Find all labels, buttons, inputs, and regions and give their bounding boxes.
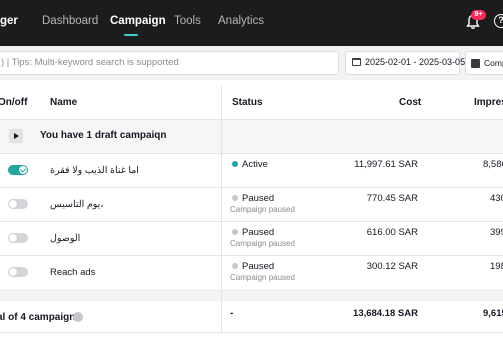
table-row[interactable]: يوم التاسيس، Paused Campaign paused 770.… bbox=[0, 188, 503, 222]
campaign-name[interactable]: يوم التاسيس، bbox=[50, 199, 103, 210]
switch-knob bbox=[9, 200, 17, 208]
campaign-cost: 11,997.61 SAR bbox=[354, 159, 418, 170]
nav-tools[interactable]: Tools bbox=[174, 15, 201, 27]
frozen-column-divider bbox=[221, 86, 222, 334]
switch-knob bbox=[19, 166, 27, 174]
nav-analytics[interactable]: Analytics bbox=[218, 15, 264, 27]
switch-knob bbox=[9, 268, 17, 276]
total-impressions: 9,615 bbox=[483, 308, 503, 319]
column-header-onoff: On/off bbox=[0, 97, 28, 108]
campaign-name[interactable]: Reach ads bbox=[50, 267, 95, 278]
total-status: - bbox=[230, 308, 234, 319]
help-icon[interactable]: ? bbox=[494, 14, 503, 28]
campaign-toggle-switch[interactable] bbox=[8, 267, 28, 277]
nav-dashboard[interactable]: Dashboard bbox=[42, 15, 98, 27]
app-brand: ger bbox=[0, 15, 18, 27]
table-bottom-divider bbox=[0, 332, 503, 333]
expand-arrow-icon[interactable] bbox=[9, 129, 23, 143]
top-navigation-bar: ger Dashboard Campaign Tools Analytics 9… bbox=[0, 0, 503, 46]
campaign-status: Paused bbox=[242, 261, 275, 272]
calendar-icon bbox=[352, 58, 361, 66]
total-cost: 13,684.18 SAR bbox=[353, 308, 418, 319]
campaign-cost: 616.00 SAR bbox=[366, 227, 418, 238]
switch-knob bbox=[9, 234, 17, 242]
campaign-status: Paused bbox=[242, 193, 275, 204]
campaign-toggle-switch[interactable] bbox=[8, 233, 28, 243]
column-header-cost[interactable]: Cost bbox=[399, 97, 421, 108]
search-input[interactable]: ) | Tips: Multi-keyword search is suppor… bbox=[0, 51, 339, 75]
campaign-cost: 300.12 SAR bbox=[366, 261, 418, 272]
table-row[interactable]: Reach ads Paused Campaign paused 300.12 … bbox=[0, 256, 503, 290]
campaign-cost: 770.45 SAR bbox=[366, 193, 418, 204]
campaign-impressions: 198 bbox=[490, 261, 503, 272]
campaign-impressions: 8,586 bbox=[483, 159, 503, 170]
campaign-status: Paused bbox=[242, 227, 275, 238]
filter-bar: ) | Tips: Multi-keyword search is suppor… bbox=[0, 46, 503, 80]
campaign-impressions: 430 bbox=[490, 193, 503, 204]
column-header-status[interactable]: Status bbox=[232, 97, 263, 108]
campaign-status-detail: Campaign paused bbox=[230, 273, 295, 282]
date-range-picker[interactable]: 2025-02-01 - 2025-03-05 bbox=[345, 51, 465, 75]
campaign-impressions: 399 bbox=[490, 227, 503, 238]
compare-toggle[interactable]: Comp bbox=[465, 51, 503, 75]
draft-campaign-row[interactable]: You have 1 draft campaiqn bbox=[0, 120, 503, 153]
compare-checkbox-icon bbox=[471, 59, 480, 68]
status-paused-dot bbox=[232, 229, 238, 235]
campaign-status-detail: Campaign paused bbox=[230, 239, 295, 248]
table-row[interactable]: الوصول Paused Campaign paused 616.00 SAR… bbox=[0, 222, 503, 256]
campaign-status-detail: Campaign paused bbox=[230, 205, 295, 214]
status-active-dot bbox=[232, 161, 238, 167]
search-placeholder: ) | Tips: Multi-keyword search is suppor… bbox=[1, 57, 179, 68]
column-header-name[interactable]: Name bbox=[50, 97, 77, 108]
campaign-name[interactable]: اما غناة الذيب ولا فقرة bbox=[50, 165, 139, 176]
draft-campaign-text: You have 1 draft campaiqn bbox=[40, 130, 167, 141]
column-header-impressions[interactable]: Impress bbox=[474, 97, 503, 108]
campaign-toggle-switch[interactable] bbox=[8, 165, 28, 175]
campaign-name[interactable]: الوصول bbox=[50, 233, 80, 244]
nav-campaign[interactable]: Campaign bbox=[110, 15, 166, 27]
status-paused-dot bbox=[232, 263, 238, 269]
date-range-text: 2025-02-01 - 2025-03-05 bbox=[365, 57, 466, 67]
info-icon[interactable] bbox=[73, 312, 83, 322]
notification-badge: 9+ bbox=[471, 10, 486, 20]
table-row[interactable]: اما غناة الذيب ولا فقرة Active 11,997.61… bbox=[0, 154, 503, 188]
campaign-status: Active bbox=[242, 159, 268, 170]
compare-label: Comp bbox=[484, 58, 503, 68]
table-spacer bbox=[0, 289, 503, 301]
status-paused-dot bbox=[232, 195, 238, 201]
campaign-toggle-switch[interactable] bbox=[8, 199, 28, 209]
nav-active-indicator bbox=[124, 34, 138, 36]
total-campaigns-label: al of 4 campaigns bbox=[0, 312, 81, 323]
